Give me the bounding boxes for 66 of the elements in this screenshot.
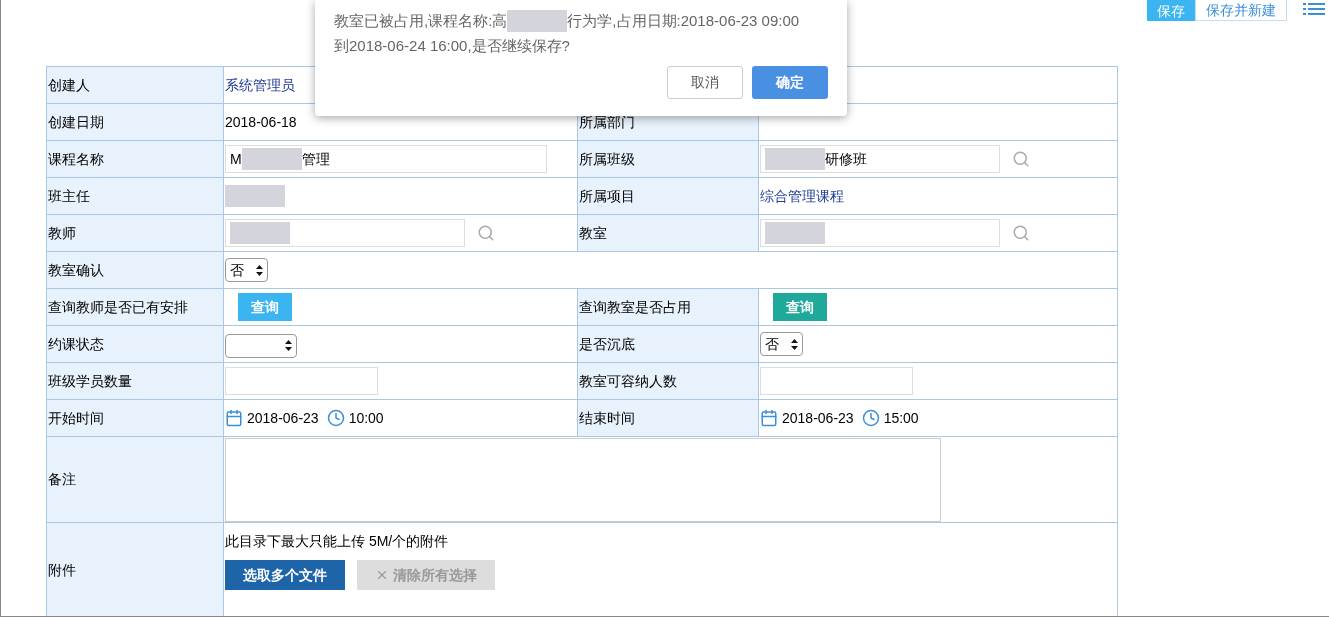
field-label: 开始时间 [48,409,104,426]
upload-note: 此目录下最大只能上传 5M/个的附件 [225,532,450,551]
list-icon[interactable] [1303,2,1325,16]
field-text: M [230,149,242,169]
text-field[interactable]: 研修班 [760,145,1000,173]
time-text: 10:00 [348,408,384,428]
close-icon [375,568,389,582]
field-text: 2018-06-18 [225,112,297,132]
date-text: 2018-06-23 [782,408,854,428]
field-label: 附件 [48,562,76,578]
remarks-textarea[interactable] [225,438,941,522]
cancel-button[interactable]: 取消 [667,66,743,99]
text-field[interactable] [225,219,465,247]
field-label: 所属项目 [579,187,635,204]
field-label: 结束时间 [579,409,635,426]
redaction-blur [765,148,825,170]
search-icon[interactable] [1012,224,1030,242]
field-label: 创建日期 [48,113,104,130]
select-dropdown[interactable]: 否 [225,258,268,282]
field-label: 课程名称 [48,150,104,167]
field-text: 教室已被占用,课程名称:高 [334,11,508,31]
field-label: 约课状态 [48,335,104,352]
choose-files-button[interactable]: 选取多个文件 [225,560,345,590]
redaction-blur [765,222,825,244]
field-text: 综合管理课程 [760,186,844,206]
text-field[interactable] [760,367,913,395]
field-text: 行为学,占用日期:2018-06-23 09:00 [567,11,800,31]
field-label: 教室 [579,224,607,241]
redaction-blur [507,9,568,32]
field-label: 查询教室是否占用 [579,298,691,315]
select-dropdown[interactable]: 否 [760,332,803,356]
updown-arrows-icon [285,340,292,351]
text-field[interactable]: M 管理 [225,145,547,173]
calendar-icon[interactable] [760,409,778,427]
search-icon[interactable] [1012,150,1030,168]
select-dropdown[interactable] [225,333,297,358]
date-text: 2018-06-23 [247,408,319,428]
updown-arrows-icon [256,264,263,276]
field-label: 所属部门 [579,113,635,130]
field-label: 创建人 [48,76,90,93]
clock-icon[interactable] [861,409,880,427]
field-text: 管理 [301,149,330,169]
field-label: 教室确认 [48,261,104,278]
redaction-blur [230,222,290,244]
field-label: 教室可容纳人数 [579,372,677,389]
field-text: 研修班 [825,149,867,169]
field-label: 教师 [48,224,76,241]
field-label: 班级学员数量 [48,372,132,389]
field-label: 班主任 [48,187,90,204]
field-label: 备注 [48,471,76,487]
time-text: 15:00 [883,408,919,428]
redaction-blur [241,148,302,170]
save-and-new-button[interactable]: 保存并新建 [1195,0,1287,21]
field-label: 是否沉底 [579,335,635,352]
clock-icon[interactable] [326,409,345,427]
field-text: 到2018-06-24 16:00,是否继续保存? [334,36,570,56]
redaction-blur [225,185,285,207]
search-icon[interactable] [477,224,495,242]
field-text: 系统管理员 [225,75,295,95]
updown-arrows-icon [791,338,798,350]
text-field[interactable] [225,367,378,395]
text-field[interactable] [760,219,1000,247]
confirm-button[interactable]: 确定 [752,66,828,99]
field-label: 查询教师是否已有安排 [48,298,188,315]
field-label: 所属班级 [579,150,635,167]
calendar-icon[interactable] [225,409,243,427]
